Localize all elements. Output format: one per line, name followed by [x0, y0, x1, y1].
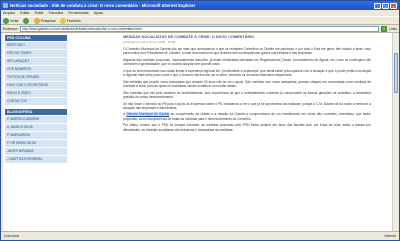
favorites-button[interactable]: Favoritos — [59, 17, 81, 24]
search-label: Pesquisar — [40, 18, 56, 23]
article-paragraph: Por último, lembro que o PSD foi sempre … — [123, 123, 371, 132]
toolbar: Voltar Pesquisar Favoritos — [1, 16, 399, 25]
address-label: Endereço — [3, 26, 18, 31]
sidebar-heading-psd: PSD COLUNA — [5, 35, 67, 41]
menu-arquivo[interactable]: Arquivo — [3, 11, 15, 15]
article: MEDIDAS SOCIALISTAS DE COMBATE À CRISE: … — [123, 35, 371, 134]
zone-label: Internet — [384, 234, 397, 238]
title-bar: Notícias sociedade - Site de conduta à c… — [1, 1, 399, 10]
article-paragraph: O que se terá encontrado nas várias linh… — [123, 68, 371, 78]
sidebar-heading-blogosfera: BLOGOSFERA — [5, 109, 67, 115]
article-paragraph: O Conselho Municipal da Gazeta não faz m… — [123, 47, 371, 56]
sidebar: PSD COLUNA DIRETÓRIO PSD NO TEMPO DECLAR… — [5, 35, 67, 164]
back-button[interactable]: Voltar — [3, 17, 19, 24]
star-icon — [59, 17, 66, 24]
sidebar-item[interactable]: RÁDIO E VÍDEO — [5, 90, 67, 97]
article-paragraph: Algumas das medidas propostas, nomeadame… — [123, 57, 371, 67]
page-content: PSD COLUNA DIRETÓRIO PSD NO TEMPO DECLAR… — [3, 33, 393, 232]
blog-link[interactable]: P. DR MARIO SILVA — [5, 140, 67, 147]
article-paragraph: São medidas que vão pelo caminho do endi… — [123, 90, 371, 99]
menu-ferramentas[interactable]: Ferramentas — [68, 11, 88, 15]
blog-link[interactable]: P. AMÉRICO AMORIM — [5, 116, 67, 123]
forward-arrow-icon — [22, 17, 29, 24]
article-paragraph: São medidas que propõe como avançadas qu… — [123, 79, 371, 88]
blog-link[interactable]: JAVIER MIRANDA — [5, 148, 67, 155]
vertical-scrollbar[interactable] — [392, 33, 398, 232]
links-label[interactable]: Links — [389, 27, 397, 31]
article-title: MEDIDAS SOCIALISTAS DE COMBATE À CRISE: … — [123, 35, 255, 39]
favorites-label: Favoritos — [66, 18, 81, 23]
sidebar-item[interactable]: DECLARAÇÃO — [5, 58, 67, 65]
sidebar-item[interactable]: PSD NO TEMPO — [5, 50, 67, 57]
sidebar-item[interactable]: DOS NÚMEROS — [5, 66, 67, 73]
close-button[interactable]: × — [390, 2, 397, 9]
sidebar-item[interactable]: CONTACTOS — [5, 98, 67, 105]
status-bar: Concluído Internet — [1, 231, 399, 240]
status-text: Concluído — [4, 234, 20, 238]
back-label: Voltar — [10, 18, 19, 23]
menu-exibir[interactable]: Exibir — [35, 11, 44, 15]
browser-window: Notícias sociedade - Site de conduta à c… — [0, 0, 400, 241]
search-button[interactable]: Pesquisar — [33, 17, 56, 24]
blog-link[interactable]: P. MARGARIDA — [5, 132, 67, 139]
sidebar-item[interactable]: TEXTOS DE OPINIÃO — [5, 74, 67, 81]
scrollbar-thumb[interactable] — [394, 53, 398, 93]
minimize-button[interactable]: _ — [374, 2, 381, 9]
forward-button[interactable] — [22, 17, 30, 24]
sidebar-item[interactable]: DIRETÓRIO — [5, 42, 67, 49]
menu-ajuda[interactable]: Ajuda — [94, 11, 103, 15]
ie-icon — [3, 3, 8, 8]
maximize-button[interactable]: □ — [382, 2, 389, 9]
back-arrow-icon — [3, 17, 9, 24]
menu-editar[interactable]: Editar — [20, 11, 29, 15]
article-paragraph-link: A Câmara Municipal de Gazeta ao cumprime… — [123, 112, 371, 121]
address-bar: Endereço http://www.gazeta.com.br/notici… — [1, 25, 399, 33]
menu-favoritos[interactable]: Favoritos — [49, 11, 64, 15]
sidebar-item[interactable]: FALE COM O SECRETÁRIO — [5, 82, 67, 89]
blog-link[interactable]: A. BASÍLIO SILVA — [5, 124, 67, 131]
go-button[interactable]: Ir — [381, 25, 388, 32]
article-date: publicado em 09 fevereiro 2009 - 10:35 — [123, 40, 176, 44]
window-title: Notícias sociedade - Site de conduta à c… — [10, 3, 196, 8]
search-icon — [33, 17, 40, 24]
address-input[interactable]: http://www.gazeta.com.br/noticias/socied… — [19, 25, 380, 32]
article-paragraph: Se não fosse o domínio do P5 para a Apoi… — [123, 101, 371, 110]
blog-link[interactable]: J. BAPTISTA FERREIRA — [5, 156, 67, 163]
